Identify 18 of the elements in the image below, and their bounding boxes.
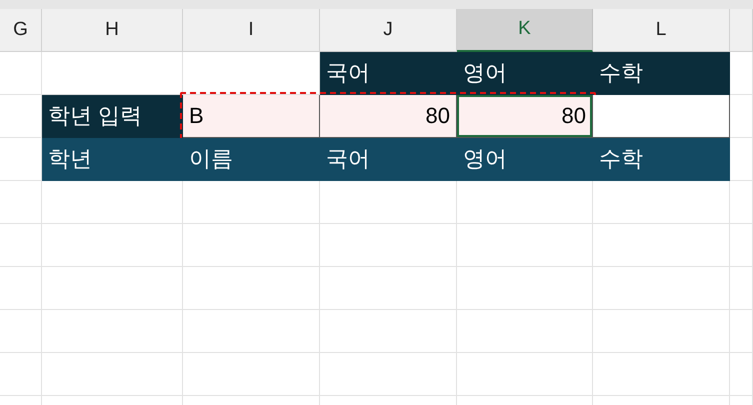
table-cell[interactable]: 영어 (457, 138, 593, 181)
column-header[interactable]: K (457, 9, 593, 52)
table-cell[interactable]: B (183, 95, 320, 138)
table-cell[interactable]: 학년 입력 (42, 95, 183, 138)
column-header[interactable]: I (183, 9, 320, 52)
column-header[interactable]: H (42, 9, 183, 52)
table-cell[interactable]: 국어 (320, 52, 457, 95)
table-cell[interactable]: 이름 (183, 138, 320, 181)
table-cell[interactable]: 영어 (457, 52, 593, 95)
table-cell[interactable]: 80 (320, 95, 457, 138)
table-cell[interactable]: 수학 (593, 52, 730, 95)
column-header[interactable]: J (320, 9, 457, 52)
column-header[interactable]: G (0, 9, 42, 52)
table-cell[interactable]: 80 (457, 95, 593, 138)
table-cell[interactable]: 수학 (593, 138, 730, 181)
column-header[interactable]: L (593, 9, 730, 52)
table-cell[interactable]: 국어 (320, 138, 457, 181)
table-cell[interactable]: 학년 (42, 138, 183, 181)
